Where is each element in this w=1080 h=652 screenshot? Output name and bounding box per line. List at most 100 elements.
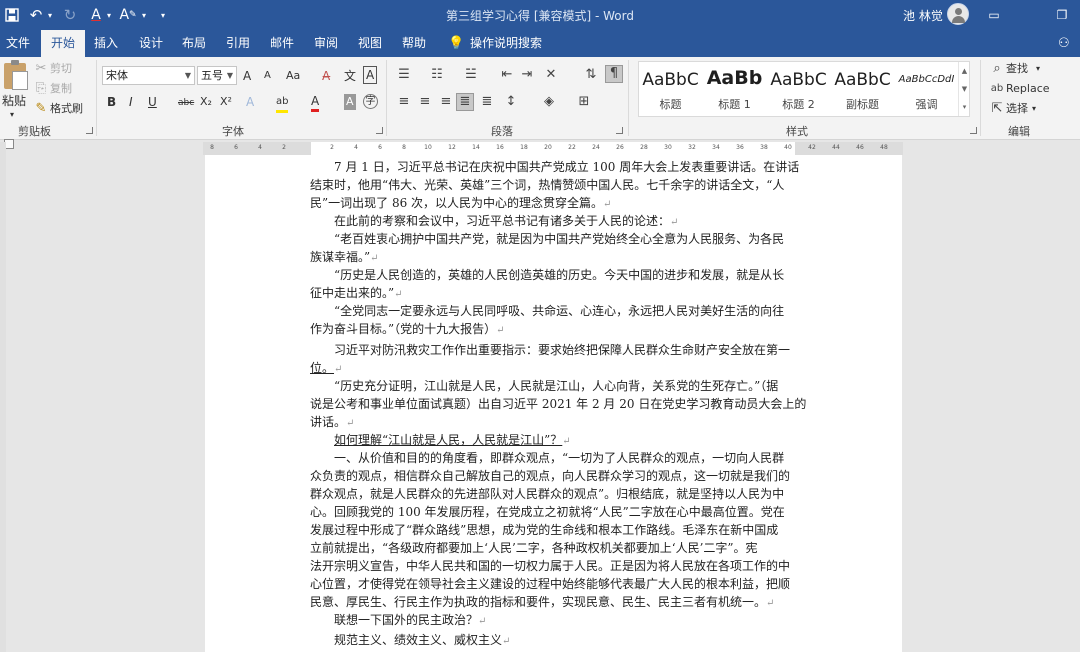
numbering-icon[interactable]: ☷ bbox=[428, 67, 446, 83]
doc-line[interactable]: 法开宗明义宣告，中华人民共和国的一切权力属于人民。正是因为将人民放在各项工作的中 bbox=[310, 557, 790, 575]
doc-line[interactable]: 民意、厚民生、行民主作为执政的指标和要件，实现民意、民生、民主三者有机统一。↵ bbox=[310, 593, 774, 613]
styles-gallery[interactable]: AaBbC 标题 AaBb 标题 1 AaBbC 标题 2 AaBbC 副标题 AaBb… bbox=[638, 61, 970, 117]
styles-launcher-icon[interactable] bbox=[970, 127, 977, 134]
doc-line[interactable]: 立前就提出，“各级政府都要加上‘人民’二字，各种政权机关都要加上‘人民’二字”。… bbox=[310, 539, 758, 557]
tab-references[interactable]: 引用 bbox=[226, 30, 250, 57]
multilevel-list-icon[interactable]: ☱ bbox=[462, 67, 480, 83]
ribbon-display-icon[interactable]: ▭ bbox=[986, 5, 1002, 25]
tab-view[interactable]: 视图 bbox=[358, 30, 382, 57]
underline-button[interactable]: U bbox=[148, 94, 157, 110]
increase-indent-icon[interactable]: ⇥ bbox=[518, 67, 536, 83]
tab-help[interactable]: 帮助 bbox=[402, 30, 426, 57]
tab-review[interactable]: 审阅 bbox=[314, 30, 338, 57]
distributed-icon[interactable]: ≣ bbox=[478, 94, 496, 110]
paste-dropdown-icon[interactable]: ▾ bbox=[10, 107, 14, 123]
replace-button[interactable]: Replace bbox=[1006, 81, 1050, 97]
style-heading-1[interactable]: AaBb 标题 1 bbox=[703, 62, 766, 116]
shading-icon[interactable]: ◈ bbox=[540, 94, 558, 110]
asian-layout-icon[interactable]: ✕ bbox=[542, 67, 560, 83]
doc-line[interactable]: 发展过程中形成了“群众路线”思想，成为党的生命线和根本工作路线。毛泽东在新中国成 bbox=[310, 521, 778, 539]
select-button[interactable]: 选择 bbox=[1006, 101, 1028, 117]
style-title[interactable]: AaBbC 标题 bbox=[639, 62, 702, 116]
doc-line[interactable]: 心位置，才使得党在领导社会主义建设的过程中始终能够代表最广大人民的根本利益，把顺 bbox=[310, 575, 790, 593]
style-heading-2[interactable]: AaBbC 标题 2 bbox=[767, 62, 830, 116]
cut-icon[interactable]: ✂ bbox=[32, 61, 50, 77]
tab-file[interactable]: 文件 bbox=[6, 30, 30, 57]
font-color-button[interactable]: A bbox=[311, 93, 320, 112]
bold-button[interactable]: B bbox=[107, 94, 116, 110]
text-effects-icon[interactable]: A bbox=[246, 94, 254, 110]
align-center-icon[interactable]: ≡ bbox=[416, 94, 434, 110]
doc-line[interactable]: 在此前的考察和会议中，习近平总书记有诸多关于人民的论述：↵ bbox=[334, 212, 678, 232]
doc-line[interactable]: 民”一词出现了 86 次，以人民为中心的理念贯穿全篇。↵ bbox=[310, 194, 611, 214]
tab-mailings[interactable]: 邮件 bbox=[270, 30, 294, 57]
tell-me-search[interactable]: 操作说明搜索 bbox=[470, 30, 542, 57]
search-icon[interactable]: ⌕ bbox=[988, 61, 1006, 77]
superscript-button[interactable]: X² bbox=[220, 94, 232, 110]
doc-line[interactable]: 群众观点，就是人民群众的先进部队对人民群众的观点”。归根结底，就是坚持以人民为中 bbox=[310, 485, 784, 503]
doc-line[interactable]: 如何理解“江山就是人民，人民就是江山”？↵ bbox=[334, 431, 571, 451]
doc-line[interactable]: 讲话。↵ bbox=[310, 413, 354, 433]
doc-line[interactable]: “历史是人民创造的，英雄的人民创造英雄的历史。今天中国的进步和发展，就是从长 bbox=[334, 266, 784, 284]
change-case-icon[interactable]: Aa bbox=[286, 68, 300, 84]
bullets-icon[interactable]: ☰ bbox=[395, 67, 413, 83]
paragraph-launcher-icon[interactable] bbox=[616, 127, 623, 134]
find-dropdown-icon[interactable]: ▾ bbox=[1036, 61, 1040, 77]
subscript-button[interactable]: X₂ bbox=[200, 94, 212, 110]
doc-line[interactable]: “全党同志一定要永远与人民同呼吸、共命运、心连心，永远把人民对美好生活的向往 bbox=[334, 302, 784, 320]
replace-icon[interactable]: ab bbox=[988, 81, 1006, 97]
doc-line[interactable]: 7 月 1 日，习近平总书记在庆祝中国共产党成立 100 周年大会上发表重要讲话… bbox=[334, 158, 799, 176]
horizontal-ruler[interactable]: 8 6 4 2 2 4 6 8 10 12 14 16 18 20 22 24 26 28 30 32 34 36 38 40… bbox=[203, 142, 903, 155]
doc-line[interactable]: 作为奋斗目标。”（党的十九大报告）↵ bbox=[310, 320, 505, 340]
copy-button[interactable]: 复制 bbox=[50, 81, 72, 97]
grow-font-icon[interactable]: A bbox=[243, 68, 251, 84]
doc-line[interactable]: 联想一下国外的民主政治？↵ bbox=[334, 611, 486, 631]
restore-window-icon[interactable]: ❐ bbox=[1054, 5, 1070, 25]
doc-line[interactable]: 位。↵ bbox=[310, 359, 342, 379]
phonetic-guide-icon[interactable]: 文 bbox=[344, 68, 356, 84]
line-spacing-icon[interactable]: ↕ bbox=[502, 94, 520, 110]
char-shading-icon[interactable]: A bbox=[344, 94, 356, 110]
doc-line[interactable]: 一、从价值和目的的角度看，即群众观点，“一切为了人民群众的观点，一切向人民群 bbox=[334, 449, 784, 467]
doc-line[interactable]: 心。回顾我党的 100 年发展历程，在党成立之初就将“人民”二字放在心中最高位置… bbox=[310, 503, 785, 521]
cut-button[interactable]: 剪切 bbox=[50, 61, 72, 77]
avatar-icon[interactable] bbox=[947, 3, 969, 25]
decrease-indent-icon[interactable]: ⇤ bbox=[498, 67, 516, 83]
doc-line[interactable]: “历史充分证明，江山就是人民，人民就是江山，人心向背，关系党的生死存亡。”（据 bbox=[334, 377, 778, 395]
strikethrough-button[interactable]: abc bbox=[178, 95, 194, 111]
format-painter-icon[interactable]: ✎ bbox=[32, 101, 50, 117]
doc-line[interactable]: 习近平对防汛救灾工作作出重要指示：要求始终把保障人民群众生命财产安全放在第一 bbox=[334, 341, 790, 359]
tab-design[interactable]: 设计 bbox=[139, 30, 163, 57]
sort-icon[interactable]: ⇅ bbox=[582, 67, 600, 83]
font-launcher-icon[interactable] bbox=[376, 127, 383, 134]
shrink-font-icon[interactable]: A bbox=[264, 68, 271, 84]
share-icon[interactable]: ⚇ bbox=[1058, 30, 1070, 57]
styles-scroll[interactable]: ▲ ▼ ▾ bbox=[958, 62, 970, 116]
tab-insert[interactable]: 插入 bbox=[94, 30, 118, 57]
align-left-icon[interactable]: ≡ bbox=[395, 94, 413, 110]
doc-line[interactable]: “老百姓衷心拥护中国共产党，就是因为中国共产党始终全心全意为人民服务、为各民 bbox=[334, 230, 784, 248]
doc-line[interactable]: 规范主义、绩效主义、威权主义↵ bbox=[334, 631, 510, 651]
highlight-icon[interactable]: ab bbox=[276, 94, 289, 113]
enclose-char-icon[interactable]: 字 bbox=[363, 94, 378, 109]
font-size-combo[interactable]: 五号 ▼ bbox=[197, 66, 237, 85]
select-icon[interactable]: ⇱ bbox=[988, 101, 1006, 117]
doc-line[interactable]: 结束时，他用“伟大、光荣、英雄”三个词，热情赞颂中国人民。七千余字的讲话全文，“… bbox=[310, 176, 784, 194]
justify-icon[interactable]: ≣ bbox=[456, 93, 474, 111]
copy-icon[interactable]: ⎘ bbox=[32, 81, 50, 97]
paste-icon[interactable] bbox=[4, 60, 28, 90]
borders-icon[interactable]: ⊞ bbox=[575, 94, 593, 110]
italic-button[interactable]: I bbox=[129, 94, 133, 110]
show-marks-icon[interactable]: ¶ bbox=[605, 65, 623, 83]
style-emphasis[interactable]: AaBbCcDdI 强调 bbox=[895, 62, 958, 116]
tab-layout[interactable]: 布局 bbox=[182, 30, 206, 57]
find-button[interactable]: 查找 bbox=[1006, 61, 1028, 77]
clipboard-launcher-icon[interactable] bbox=[86, 127, 93, 134]
format-painter-button[interactable]: 格式刷 bbox=[50, 101, 83, 117]
select-dropdown-icon[interactable]: ▾ bbox=[1032, 101, 1036, 117]
font-name-combo[interactable]: 宋体 ▼ bbox=[102, 66, 195, 85]
tab-home[interactable]: 开始 bbox=[41, 30, 86, 57]
style-subtitle[interactable]: AaBbC 副标题 bbox=[831, 62, 894, 116]
user-name[interactable]: 池 林觉 bbox=[903, 7, 943, 24]
clear-format-icon[interactable]: A̶ bbox=[322, 68, 330, 84]
